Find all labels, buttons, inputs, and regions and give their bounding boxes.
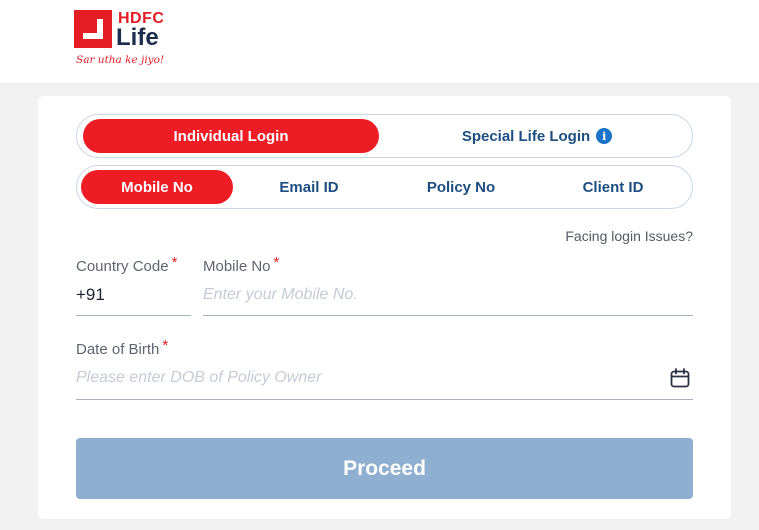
required-marker: * bbox=[273, 254, 280, 271]
country-code-value[interactable]: +91 bbox=[76, 285, 105, 305]
logo-brand-bottom: Life bbox=[116, 24, 159, 51]
individual-login-tab[interactable]: Individual Login bbox=[83, 119, 379, 153]
hdfc-life-logo[interactable]: HDFC Life Sar utha ke jiyo! bbox=[74, 10, 184, 72]
mobile-number-input[interactable] bbox=[203, 280, 693, 310]
calendar-icon[interactable] bbox=[669, 367, 691, 389]
tab-mobile-no[interactable]: Mobile No bbox=[81, 170, 233, 204]
login-method-tabs: Mobile No Email ID Policy No Client ID bbox=[76, 165, 693, 209]
dob-input[interactable] bbox=[76, 363, 656, 393]
tab-email-id-label: Email ID bbox=[279, 178, 339, 196]
tab-email-id[interactable]: Email ID bbox=[233, 170, 385, 204]
mobile-no-label: Mobile No * bbox=[203, 254, 279, 275]
header: HDFC Life Sar utha ke jiyo! bbox=[0, 0, 759, 83]
tab-client-id[interactable]: Client ID bbox=[537, 170, 689, 204]
tab-policy-no-label: Policy No bbox=[426, 178, 496, 196]
logo-tagline: Sar utha ke jiyo! bbox=[76, 54, 165, 66]
info-icon[interactable]: i bbox=[596, 128, 613, 144]
dob-label-text: Date of Birth bbox=[76, 341, 160, 358]
special-life-login-label: Special Life Login bbox=[461, 127, 591, 145]
required-marker: * bbox=[171, 254, 178, 271]
tab-policy-no[interactable]: Policy No bbox=[385, 170, 537, 204]
country-code-underline bbox=[76, 315, 191, 316]
special-life-login-tab[interactable]: Special Life Login i bbox=[387, 119, 687, 153]
tab-client-id-label: Client ID bbox=[582, 178, 644, 196]
facing-login-issues-link[interactable]: Facing login Issues? bbox=[565, 228, 693, 244]
individual-login-label: Individual Login bbox=[173, 127, 289, 145]
logo-mark-icon bbox=[74, 10, 112, 48]
country-code-label-text: Country Code bbox=[76, 258, 169, 275]
dob-underline bbox=[76, 399, 693, 400]
required-marker: * bbox=[162, 337, 169, 354]
mobile-no-label-text: Mobile No bbox=[203, 258, 271, 275]
country-code-label: Country Code * bbox=[76, 254, 177, 275]
proceed-button[interactable]: Proceed bbox=[76, 438, 693, 499]
tab-mobile-no-label: Mobile No bbox=[121, 178, 193, 196]
login-type-toggle: Individual Login Special Life Login i bbox=[76, 114, 693, 158]
mobile-number-underline bbox=[203, 315, 693, 316]
dob-label: Date of Birth * bbox=[76, 337, 168, 358]
